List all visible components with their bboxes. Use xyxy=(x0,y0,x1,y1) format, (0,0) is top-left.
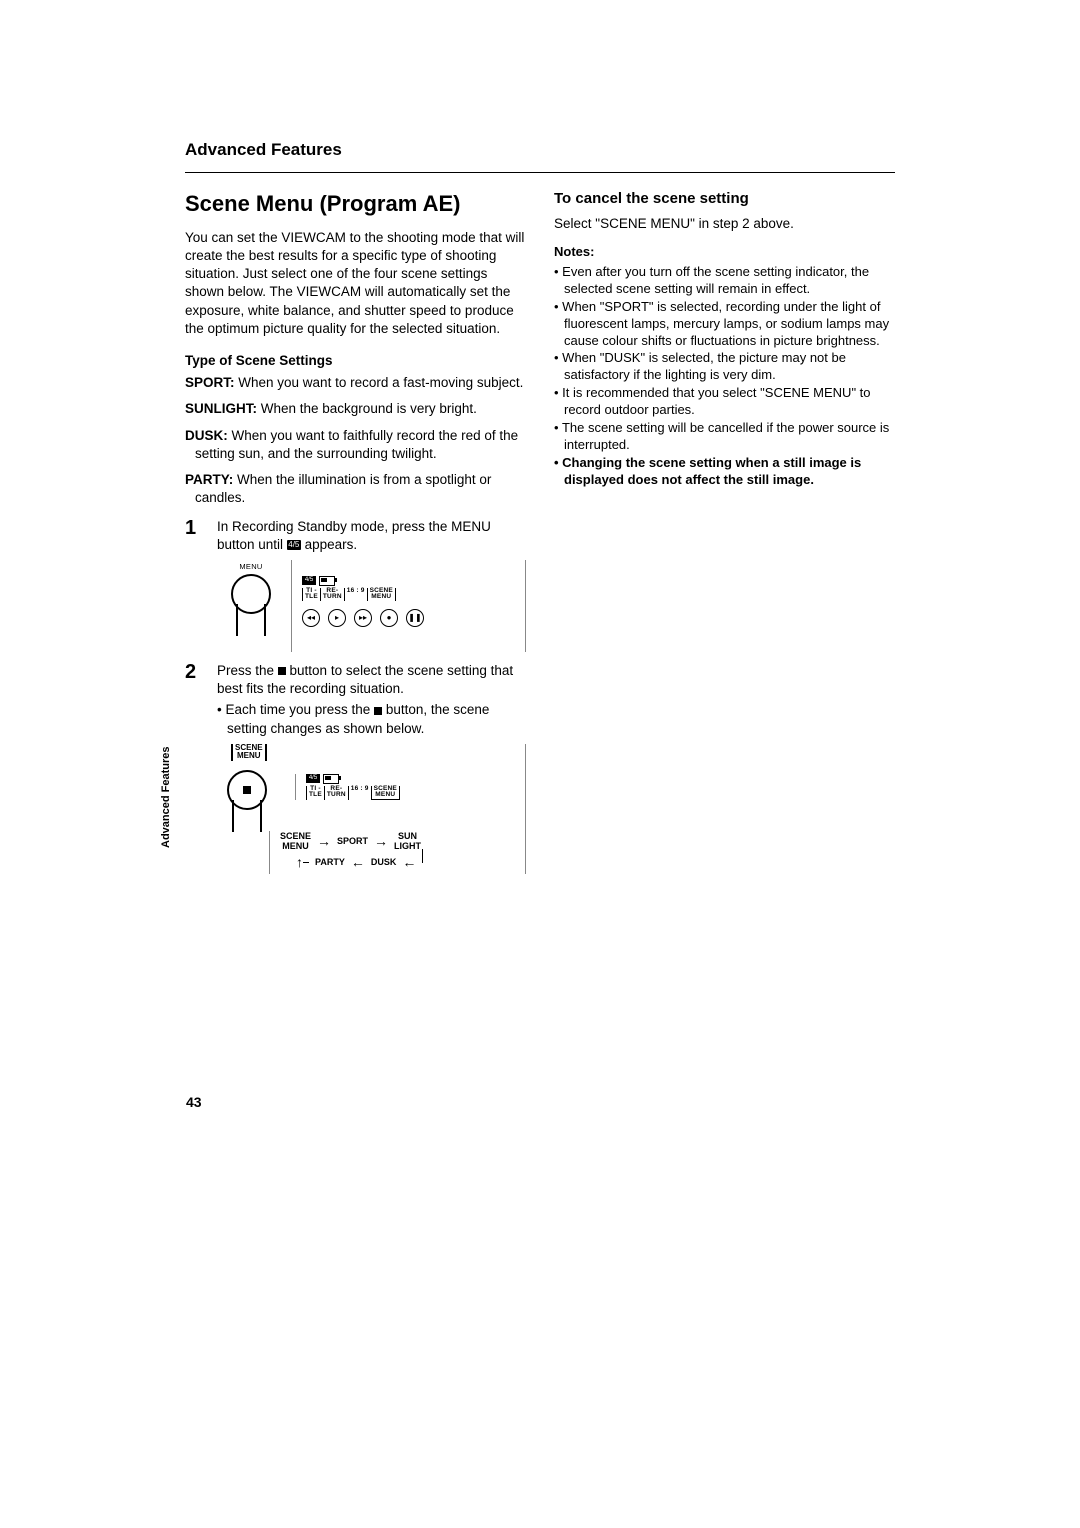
arrow-right-icon: → xyxy=(317,834,331,849)
lcd-panel: 4/5 TI - TLE RE- TURN 16 : 9 SCENE MENU … xyxy=(291,560,525,652)
intro-paragraph: You can set the VIEWCAM to the shooting … xyxy=(185,229,526,338)
notes-label: Notes: xyxy=(554,243,895,261)
arrow-up-icon: ↑ xyxy=(296,855,303,870)
play-icon: ▸ xyxy=(328,609,346,627)
menu-cell-scene: SCENE MENU xyxy=(371,786,400,800)
note-item: • The scene setting will be cancelled if… xyxy=(554,420,895,454)
menu-button-icon xyxy=(231,574,271,614)
cancel-heading: To cancel the scene setting xyxy=(554,189,895,209)
scene-dusk: DUSK: When you want to faithfully record… xyxy=(185,427,526,463)
note-item-bold: • Changing the scene setting when a stil… xyxy=(554,455,895,489)
note-item: • It is recommended that you select "SCE… xyxy=(554,385,895,419)
fast-forward-icon: ▸▸ xyxy=(354,609,372,627)
scene-menu-tag: SCENE MENU xyxy=(231,744,267,761)
stop-icon xyxy=(278,667,286,675)
arrow-left-icon: ← xyxy=(402,855,416,870)
stop-button-icon xyxy=(227,770,267,810)
arrow-left-icon: ← xyxy=(351,855,365,870)
page-badge-icon: 4/5 xyxy=(302,576,316,585)
step-1-number: 1 xyxy=(185,518,203,554)
pause-icon: ❚❚ xyxy=(406,609,424,627)
note-item: • Even after you turn off the scene sett… xyxy=(554,264,895,298)
battery-icon xyxy=(319,576,335,586)
cycle-diagram: SCENE MENU → SPORT → SUN LIGHT ↑ PARTY ←… xyxy=(269,831,500,874)
note-item: • When "SPORT" is selected, recording un… xyxy=(554,299,895,350)
stop-icon xyxy=(374,707,382,715)
record-icon: ● xyxy=(380,609,398,627)
menu-cell-169: 16 : 9 xyxy=(344,588,368,601)
figure-scene-cycle: SCENE MENU 4/5 TI - TLE RE- TU xyxy=(217,744,526,874)
menu-cell-return: RE- TURN xyxy=(320,588,345,601)
step-2-number: 2 xyxy=(185,662,203,738)
menu-cell-scene: SCENE MENU xyxy=(367,588,396,601)
battery-icon xyxy=(323,774,339,784)
divider xyxy=(185,172,895,173)
left-column: Scene Menu (Program AE) You can set the … xyxy=(185,189,526,884)
page-indicator-icon: 4/5 xyxy=(287,540,301,550)
side-tab: Advanced Features xyxy=(160,747,172,848)
figure-menu-button: MENU 4/5 TI - TLE RE- TURN xyxy=(217,560,526,652)
note-item: • When "DUSK" is selected, the picture m… xyxy=(554,350,895,384)
section-header: Advanced Features xyxy=(185,140,895,160)
right-column: To cancel the scene setting Select "SCEN… xyxy=(554,189,895,884)
type-heading: Type of Scene Settings xyxy=(185,352,526,370)
page-title: Scene Menu (Program AE) xyxy=(185,189,526,219)
scene-sport: SPORT: When you want to record a fast-mo… xyxy=(185,374,526,392)
menu-cell-title: TI - TLE xyxy=(302,588,321,601)
scene-sunlight: SUNLIGHT: When the background is very br… xyxy=(185,400,526,418)
cancel-body: Select "SCENE MENU" in step 2 above. xyxy=(554,215,895,233)
menu-cell-169: 16 : 9 xyxy=(348,786,372,800)
menu-button-label: MENU xyxy=(239,562,262,572)
scene-party: PARTY: When the illumination is from a s… xyxy=(185,471,526,507)
menu-cell-title: TI - TLE xyxy=(306,786,325,800)
menu-cell-return: RE- TURN xyxy=(324,786,349,800)
step-1: 1 In Recording Standby mode, press the M… xyxy=(185,518,526,554)
step-2: 2 Press the button to select the scene s… xyxy=(185,662,526,738)
arrow-right-icon: → xyxy=(374,834,388,849)
page-number: 43 xyxy=(186,1094,202,1110)
rewind-icon: ◂◂ xyxy=(302,609,320,627)
page-badge-icon: 4/5 xyxy=(306,774,320,783)
